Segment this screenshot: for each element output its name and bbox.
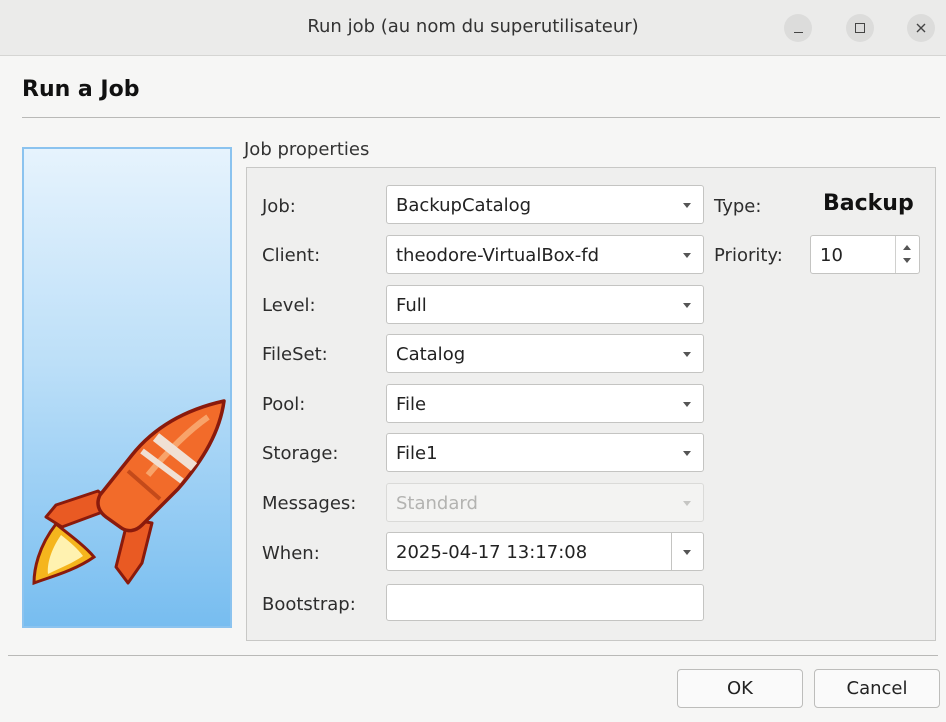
ok-button[interactable]: OK [677, 669, 803, 708]
cancel-button[interactable]: Cancel [814, 669, 940, 708]
datetime-divider [671, 533, 672, 570]
minimize-icon [793, 31, 803, 33]
title-bar: Run job (au nom du superutilisateur) [0, 0, 946, 56]
when-label: When: [262, 543, 320, 564]
level-select[interactable]: Full [386, 285, 704, 324]
when-value: 2025-04-17 13:17:08 [396, 542, 588, 563]
priority-value: 10 [820, 245, 843, 266]
pool-value: File [396, 394, 427, 415]
chevron-down-icon [683, 303, 691, 308]
job-select[interactable]: BackupCatalog [386, 185, 704, 224]
when-datetime[interactable]: 2025-04-17 13:17:08 [386, 532, 704, 571]
client-value: theodore-VirtualBox-fd [396, 245, 600, 266]
messages-select: Standard [386, 483, 704, 522]
rocket-icon [32, 399, 226, 586]
client-label: Client: [262, 245, 321, 266]
increment-icon[interactable] [903, 245, 911, 250]
heading-divider [22, 117, 940, 118]
side-image [22, 147, 232, 628]
chevron-down-icon [683, 501, 691, 506]
job-label: Job: [262, 196, 296, 217]
pool-label: Pool: [262, 394, 306, 415]
bootstrap-label: Bootstrap: [262, 594, 356, 615]
footer-divider [8, 655, 938, 656]
storage-label: Storage: [262, 443, 339, 464]
decrement-icon[interactable] [903, 258, 911, 263]
chevron-down-icon [683, 203, 691, 208]
chevron-down-icon [683, 451, 691, 456]
maximize-icon [855, 23, 865, 33]
level-value: Full [396, 295, 427, 316]
close-button[interactable] [907, 14, 935, 42]
fileset-value: Catalog [396, 344, 466, 365]
bootstrap-input[interactable] [386, 584, 704, 621]
priority-label: Priority: [714, 245, 783, 266]
messages-value: Standard [396, 493, 478, 514]
fileset-select[interactable]: Catalog [386, 334, 704, 373]
pool-select[interactable]: File [386, 384, 704, 423]
chevron-down-icon [683, 352, 691, 357]
job-value: BackupCatalog [396, 195, 532, 216]
type-label: Type: [714, 196, 762, 217]
fileset-label: FileSet: [262, 344, 328, 365]
level-label: Level: [262, 295, 316, 316]
maximize-button[interactable] [846, 14, 874, 42]
type-value: Backup [823, 191, 914, 216]
dialog-heading: Run a Job [22, 77, 140, 102]
priority-spinbox[interactable]: 10 [810, 235, 920, 274]
spin-buttons [895, 236, 919, 273]
storage-value: File1 [396, 443, 438, 464]
calendar-dropdown-icon[interactable] [683, 550, 691, 555]
messages-label: Messages: [262, 493, 357, 514]
minimize-button[interactable] [784, 14, 812, 42]
close-icon [916, 23, 926, 33]
group-title: Job properties [244, 139, 370, 160]
client-select[interactable]: theodore-VirtualBox-fd [386, 235, 704, 274]
storage-select[interactable]: File1 [386, 433, 704, 472]
chevron-down-icon [683, 253, 691, 258]
chevron-down-icon [683, 402, 691, 407]
